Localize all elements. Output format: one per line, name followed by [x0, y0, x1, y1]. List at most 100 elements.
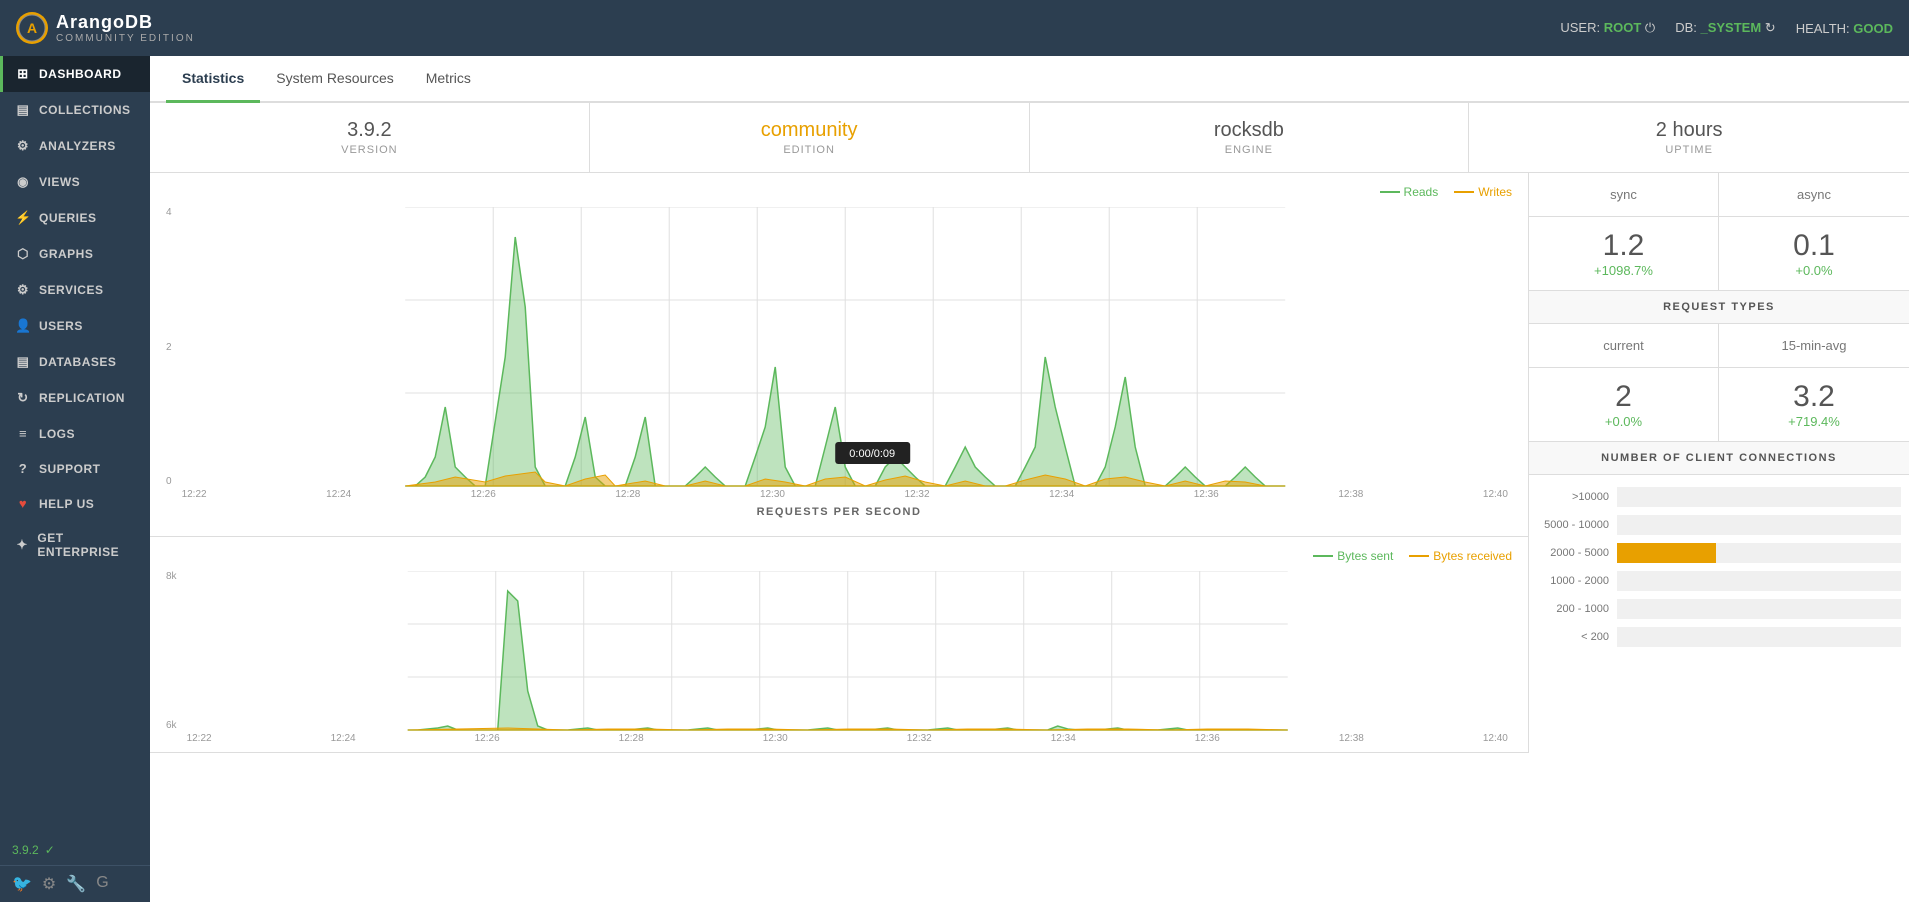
logo-text: ArangoDB COMMUNITY EDITION [56, 12, 195, 44]
topbar-right: USER: ROOT ⏻ DB: _SYSTEM ↻ HEALTH: GOOD [1560, 20, 1893, 36]
sidebar-item-analyzers[interactable]: ⚙ ANALYZERS [0, 128, 150, 164]
bar-chart-container: >10000 5000 - 10000 2000 - [1529, 475, 1909, 667]
refresh-icon[interactable]: ↻ [1765, 20, 1776, 35]
uptime-display: 2 hours [1485, 119, 1893, 142]
svg-text:A: A [27, 20, 37, 36]
sidebar-item-views[interactable]: ◉ VIEWS [0, 164, 150, 200]
y-label-0: 0 [166, 476, 172, 487]
support-icon: ? [15, 461, 31, 476]
bar-label-lt200: < 200 [1537, 631, 1617, 643]
power-icon[interactable]: ⏻ [1645, 20, 1655, 35]
bytes-received-dot [1409, 555, 1429, 557]
bar-row-lt200: < 200 [1537, 627, 1901, 647]
uptime-cell: 2 hours UPTIME [1469, 103, 1909, 172]
users-icon: 👤 [15, 318, 31, 334]
dashboard-icon: ⊞ [15, 66, 31, 82]
bar-label-5000-10000: 5000 - 10000 [1537, 519, 1617, 531]
sidebar-item-enterprise[interactable]: ✦ GET ENTERPRISE [0, 521, 150, 569]
x-label-7: 12:36 [1194, 489, 1219, 500]
logo-icon: A [16, 12, 48, 44]
sidebar-label-replication: REPLICATION [39, 391, 125, 405]
sidebar-label-queries: QUERIES [39, 211, 97, 225]
db-label: DB: [1675, 20, 1697, 35]
sidebar-item-users[interactable]: 👤 USERS [0, 308, 150, 344]
tx-label-0: 12:22 [187, 733, 212, 744]
db-value[interactable]: _SYSTEM [1700, 20, 1761, 35]
databases-icon: ▤ [15, 354, 31, 370]
sync-value: 1.2 [1545, 229, 1702, 263]
sidebar-item-collections[interactable]: ▤ COLLECTIONS [0, 92, 150, 128]
settings-icon[interactable]: ⚙ [42, 874, 56, 894]
tools-icon[interactable]: 🔧 [66, 874, 86, 894]
sidebar-item-services[interactable]: ⚙ SERVICES [0, 272, 150, 308]
requests-chart-title: REQUESTS PER SECOND [166, 500, 1512, 528]
x-label-0: 12:22 [182, 489, 207, 500]
bar-track-10000 [1617, 487, 1901, 507]
reads-legend: Reads [1380, 185, 1439, 199]
health-value: GOOD [1853, 21, 1893, 36]
bar-row-5000-10000: 5000 - 10000 [1537, 515, 1901, 535]
traffic-legend: Bytes sent Bytes received [166, 549, 1512, 563]
tab-system-resources[interactable]: System Resources [260, 56, 409, 103]
sidebar-label-dashboard: DASHBOARD [39, 67, 122, 81]
sidebar-item-databases[interactable]: ▤ DATABASES [0, 344, 150, 380]
bar-track-lt200 [1617, 627, 1901, 647]
tx-label-4: 12:30 [763, 733, 788, 744]
sidebar-item-graphs[interactable]: ⬡ GRAPHS [0, 236, 150, 272]
writes-dot [1454, 191, 1474, 193]
tab-metrics[interactable]: Metrics [410, 56, 487, 103]
traffic-chart-wrapper: 8k 6k [166, 571, 1512, 744]
sidebar-label-support: SUPPORT [39, 462, 101, 476]
request-types-header: REQUEST TYPES [1529, 291, 1909, 324]
requests-svg: 0:00/0:09 [178, 207, 1512, 487]
bar-label-200-1000: 200 - 1000 [1537, 603, 1617, 615]
sidebar-label-users: USERS [39, 319, 83, 333]
async-label: async [1735, 187, 1893, 202]
services-icon: ⚙ [15, 282, 31, 298]
sidebar-label-databases: DATABASES [39, 355, 116, 369]
x-label-8: 12:38 [1338, 489, 1363, 500]
sync-change: +1098.7% [1545, 263, 1702, 278]
sidebar-item-support[interactable]: ? SUPPORT [0, 451, 150, 486]
x-label-6: 12:34 [1049, 489, 1074, 500]
sidebar-item-helpus[interactable]: ♥ HELP US [0, 486, 150, 521]
version-checkmark: ✓ [45, 843, 55, 857]
user-value[interactable]: ROOT [1604, 20, 1642, 35]
traffic-svg [183, 571, 1512, 731]
sidebar-label-enterprise: GET ENTERPRISE [37, 531, 138, 559]
tab-statistics[interactable]: Statistics [166, 56, 260, 103]
writes-label: Writes [1478, 185, 1512, 199]
x-label-3: 12:28 [615, 489, 640, 500]
bytes-sent-legend: Bytes sent [1313, 549, 1393, 563]
edition-display: community [606, 119, 1013, 142]
bar-row-2000-5000: 2000 - 5000 [1537, 543, 1901, 563]
version-label: VERSION [166, 144, 573, 156]
writes-legend: Writes [1454, 185, 1512, 199]
bar-track-200 [1617, 599, 1901, 619]
twitter-icon[interactable]: 🐦 [12, 874, 32, 894]
stats-section: sync async 1.2 +1098.7% 0.1 +0 [1529, 173, 1909, 753]
tx-label-2: 12:26 [475, 733, 500, 744]
bytes-sent-dot [1313, 555, 1333, 557]
engine-display: rocksdb [1046, 119, 1453, 142]
sidebar-item-logs[interactable]: ≡ LOGS [0, 416, 150, 451]
sidebar-item-replication[interactable]: ↻ REPLICATION [0, 380, 150, 416]
bytes-received-label: Bytes received [1433, 549, 1512, 563]
x-axis: 12:22 12:24 12:26 12:28 12:30 12:32 12:3… [178, 487, 1512, 500]
svg-text:0:00/0:09: 0:00/0:09 [849, 448, 895, 460]
async-value: 0.1 [1735, 229, 1893, 263]
sidebar: ⊞ DASHBOARD ▤ COLLECTIONS ⚙ ANALYZERS ◉ … [0, 56, 150, 902]
sidebar-label-helpus: HELP US [39, 497, 94, 511]
sidebar-item-dashboard[interactable]: ⊞ DASHBOARD [0, 56, 150, 92]
bar-label-10000: >10000 [1537, 491, 1617, 503]
dashboard-content: 3.9.2 VERSION community EDITION rocksdb … [150, 103, 1909, 753]
version-info: 3.9.2 ✓ [0, 835, 150, 865]
y-label-2: 2 [166, 342, 172, 353]
main-content: Statistics System Resources Metrics 3.9.… [150, 56, 1909, 902]
tabs-bar: Statistics System Resources Metrics [150, 56, 1909, 103]
google-icon[interactable]: G [96, 874, 108, 894]
bar-row-10000: >10000 [1537, 487, 1901, 507]
sidebar-label-collections: COLLECTIONS [39, 103, 131, 117]
sidebar-item-queries[interactable]: ⚡ QUERIES [0, 200, 150, 236]
sidebar-bottom-icons: 🐦 ⚙ 🔧 G [0, 865, 150, 902]
